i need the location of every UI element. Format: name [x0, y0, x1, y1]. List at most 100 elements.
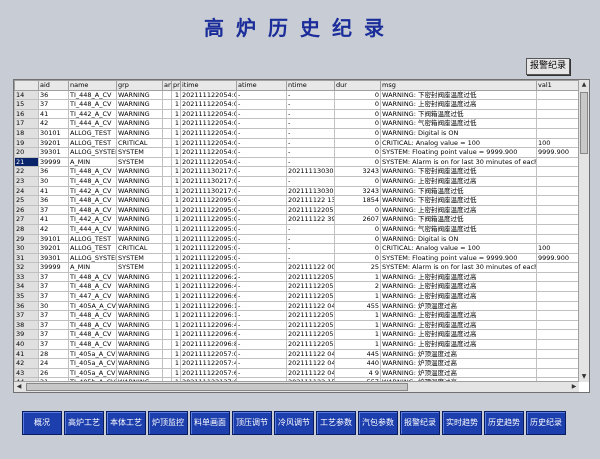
table-cell[interactable]: - [236, 329, 287, 341]
table-cell[interactable]: TI_447_A_CV [68, 291, 117, 302]
table-cell[interactable]: WARNING: 炉顶温度过高 [380, 367, 537, 379]
table-cell[interactable]: WARNING [116, 89, 163, 101]
table-cell[interactable]: TI_448_A_CV [68, 310, 117, 321]
table-cell[interactable]: 202111122095:0 [180, 204, 237, 216]
table-cell[interactable] [536, 118, 579, 129]
row-header-cell[interactable]: 31 [14, 252, 39, 264]
table-cell[interactable]: 1 [171, 252, 181, 264]
row-header-cell[interactable]: 36 [14, 300, 39, 312]
table-cell[interactable] [536, 175, 579, 187]
table-cell[interactable] [162, 223, 172, 235]
column-header[interactable]: grp [116, 80, 163, 91]
table-cell[interactable]: WARNING: 下阀箱温度过低 [380, 214, 537, 225]
table-cell[interactable]: 1 [171, 233, 181, 245]
table-cell[interactable]: 202111122095:0 [180, 252, 237, 264]
table-cell[interactable]: TI_448_A_CV [68, 195, 117, 206]
table-cell[interactable]: 202111122054:0 [180, 89, 237, 101]
table-cell[interactable]: 4 9 [334, 367, 381, 379]
scroll-up-icon[interactable]: ▲ [579, 80, 589, 90]
table-cell[interactable]: 36 [38, 89, 69, 101]
table-cell[interactable] [536, 89, 579, 101]
table-cell[interactable]: WARNING: 下密封阀座温度过低 [380, 89, 537, 101]
table-cell[interactable]: TI_444_A_CV [68, 223, 117, 235]
table-cell[interactable]: WARNING [116, 175, 163, 187]
table-cell[interactable]: WARNING: 上密封阀座温度过高 [380, 281, 537, 293]
table-cell[interactable]: WARNING: 气密箱阀座温度过低 [380, 223, 537, 235]
table-cell[interactable]: 1 [334, 310, 381, 321]
table-cell[interactable]: WARNING: Digital is ON [380, 127, 537, 139]
table-cell[interactable]: WARNING [116, 329, 163, 341]
table-cell[interactable]: 1 [171, 118, 181, 129]
table-cell[interactable]: ALLOG_SYSTEM [68, 147, 117, 158]
table-cell[interactable]: 1 [334, 291, 381, 302]
nav-button[interactable]: 实时趋势 [442, 411, 482, 435]
table-cell[interactable]: WARNING: 炉顶温度过高 [380, 300, 537, 312]
column-header[interactable]: msg [380, 80, 537, 91]
table-cell[interactable]: 37 [38, 319, 69, 331]
table-cell[interactable]: - [236, 291, 287, 302]
table-cell[interactable]: 0 [334, 127, 381, 139]
table-cell[interactable]: WARNING [116, 99, 163, 110]
nav-button[interactable]: 顶压调节 [232, 411, 272, 435]
column-header[interactable]: pr [171, 80, 181, 91]
table-cell[interactable]: 202111122054:0 [180, 99, 237, 110]
table-cell[interactable]: SYSTEM: Alarm is on for last 30 minutes … [380, 156, 537, 168]
table-cell[interactable] [162, 233, 172, 245]
table-cell[interactable] [536, 156, 579, 168]
scroll-left-icon[interactable]: ◀ [14, 382, 24, 392]
table-row[interactable]: 16 41 TI_442_A_CV WARNING 1 202111122054:0- -0… [14, 108, 579, 120]
table-cell[interactable]: WARNING: 气密箱阀座温度过低 [380, 118, 537, 129]
row-header-cell[interactable]: 21 [14, 156, 39, 168]
table-cell[interactable]: 1 [171, 310, 181, 321]
row-header-cell[interactable]: 38 [14, 319, 39, 331]
table-cell[interactable]: 0 [334, 243, 381, 254]
nav-button[interactable]: 汽包参数 [358, 411, 398, 435]
row-header-cell[interactable]: 35 [14, 291, 39, 302]
table-cell[interactable]: 1 [171, 204, 181, 216]
table-cell[interactable]: 202111122057:6 [180, 367, 237, 379]
table-cell[interactable] [536, 358, 579, 369]
table-cell[interactable]: A_MIN [68, 262, 117, 273]
table-cell[interactable]: WARNING [116, 310, 163, 321]
table-cell[interactable]: 202111130217:0 [180, 185, 237, 197]
table-cell[interactable]: - [286, 223, 335, 235]
row-header-cell[interactable]: 28 [14, 223, 39, 235]
nav-button[interactable]: 本体工艺 [106, 411, 146, 435]
table-cell[interactable]: 202111122056 [286, 319, 335, 331]
table-cell[interactable]: WARNING [116, 271, 163, 283]
row-header-cell[interactable]: 23 [14, 175, 39, 187]
table-cell[interactable]: 1 [171, 127, 181, 139]
table-row[interactable]: 17 42 TI_444_A_CV WARNING 1 202111122054:0- -0… [14, 118, 579, 129]
table-cell[interactable]: 1 [171, 108, 181, 120]
table-cell[interactable] [162, 89, 172, 101]
row-header-cell[interactable]: 18 [14, 127, 39, 139]
table-cell[interactable]: 202111122096:4 [180, 281, 237, 293]
table-cell[interactable]: 202111122056 [286, 339, 335, 350]
row-header-cell[interactable]: 19 [14, 137, 39, 149]
table-cell[interactable] [536, 348, 579, 360]
table-row[interactable]: 36 30 TI_405A_A_CV WARNING 1 202111122096:1-2… [14, 300, 579, 312]
table-cell[interactable]: 1 [171, 319, 181, 331]
table-cell[interactable]: WARNING: 上密封阀座温度过高 [380, 339, 537, 350]
table-cell[interactable]: WARNING: 上密封阀座温度过高 [380, 204, 537, 216]
table-cell[interactable] [536, 214, 579, 225]
nav-button[interactable]: 历史纪录 [526, 411, 566, 435]
table-cell[interactable]: - [236, 166, 287, 177]
table-cell[interactable]: - [286, 108, 335, 120]
table-row[interactable]: 33 37 TI_448_A_CV WARNING 1 202111122096:2-20… [14, 271, 579, 283]
table-cell[interactable] [162, 195, 172, 206]
table-cell[interactable]: 1 [171, 300, 181, 312]
table-cell[interactable]: TI_442_A_CV [68, 185, 117, 197]
table-cell[interactable]: WARNING: 上密封阀座温度过高 [380, 329, 537, 341]
table-cell[interactable]: 202111122054:0 [180, 156, 237, 168]
table-cell[interactable]: WARNING: 上密封阀座温度过高 [380, 271, 537, 283]
table-cell[interactable]: SYSTEM [116, 262, 163, 273]
column-header[interactable]: val1 [536, 80, 579, 91]
table-cell[interactable] [536, 262, 579, 273]
table-cell[interactable] [536, 195, 579, 206]
table-cell[interactable] [536, 271, 579, 283]
table-cell[interactable]: 1 [334, 339, 381, 350]
nav-button[interactable]: 历史趋势 [484, 411, 524, 435]
table-cell[interactable] [162, 214, 172, 225]
table-cell[interactable] [162, 118, 172, 129]
